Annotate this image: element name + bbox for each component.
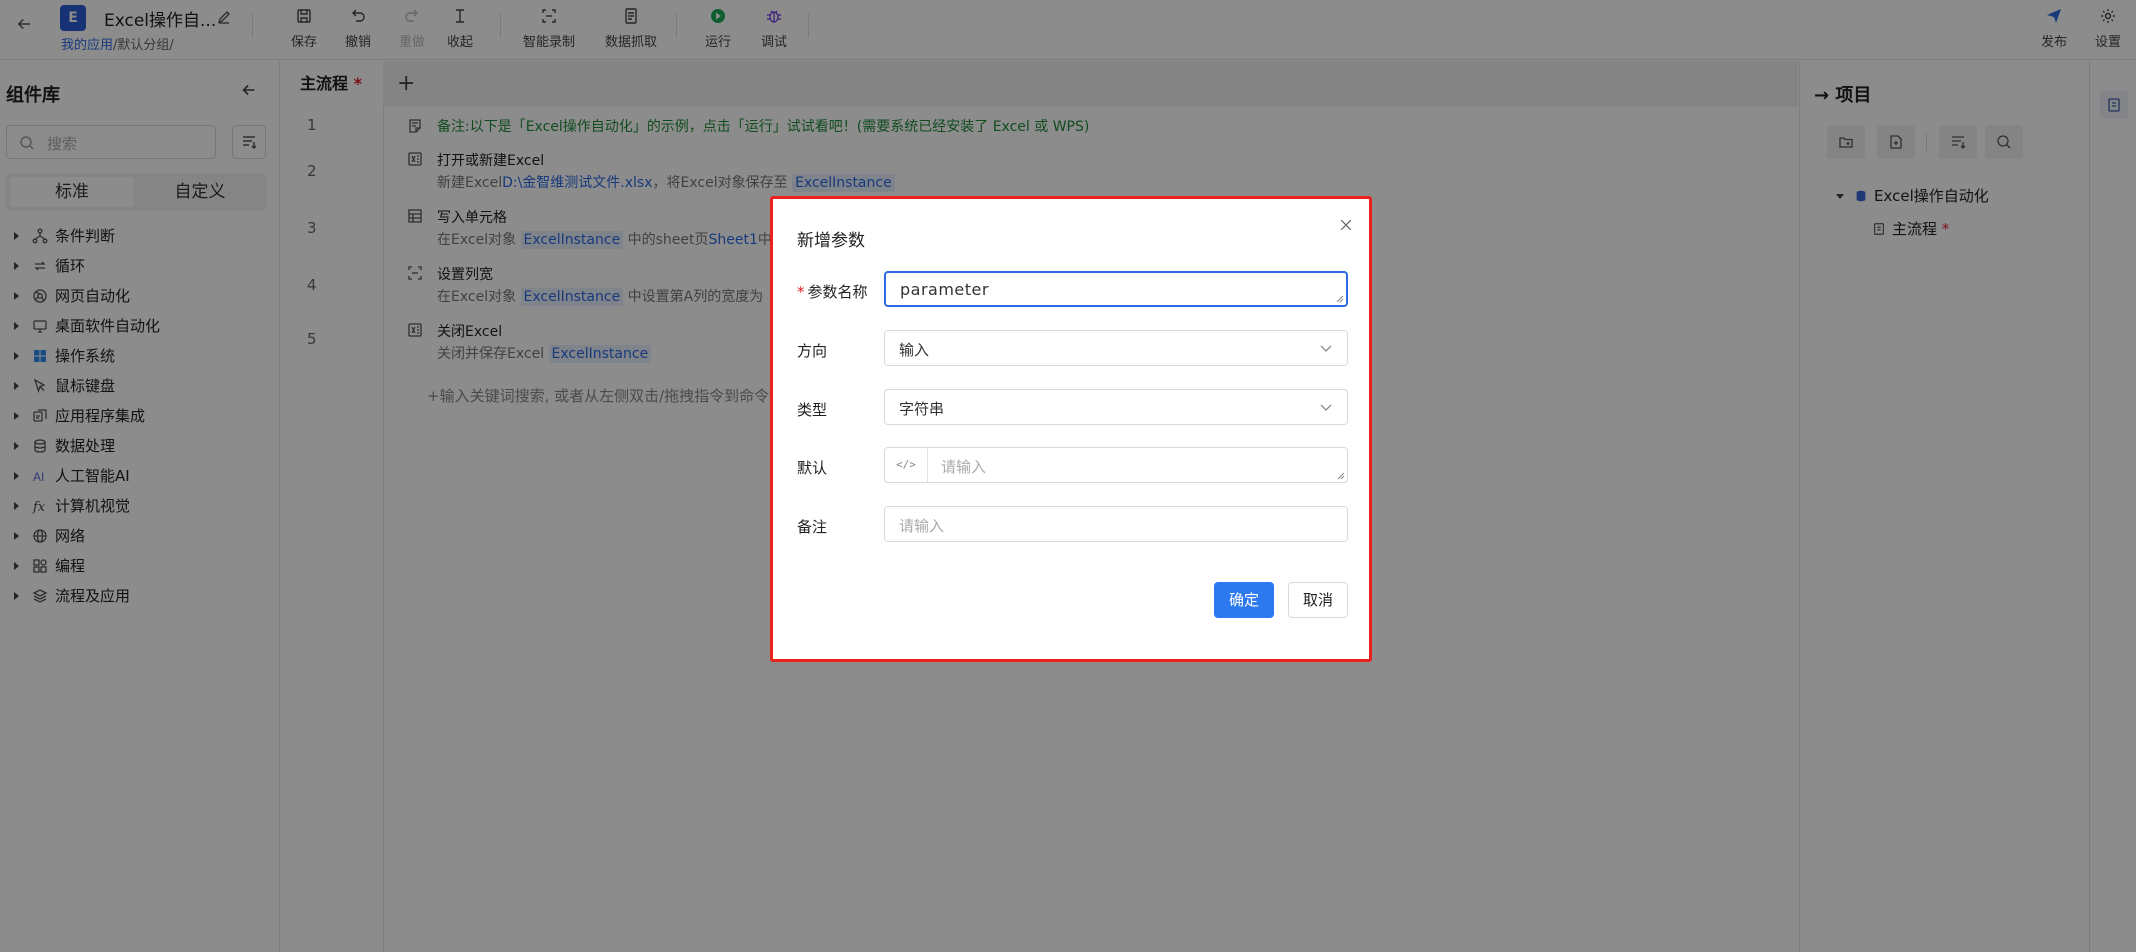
default-label: 默认 — [797, 459, 828, 477]
cancel-button[interactable]: 取消 — [1288, 582, 1348, 618]
param-name-input[interactable]: parameter — [884, 271, 1348, 307]
default-value-input[interactable]: </> 请输入 — [884, 447, 1348, 483]
remark-label: 备注 — [797, 518, 828, 536]
chevron-down-icon — [1320, 404, 1332, 411]
direction-label: 方向 — [797, 342, 828, 360]
code-icon[interactable]: </> — [885, 448, 928, 482]
type-select[interactable]: 字符串 — [884, 389, 1348, 425]
add-parameter-dialog: 新增参数 * 参数名称 parameter 方向 输入 类型 字符串 默认 </>… — [770, 196, 1372, 662]
resize-handle-icon[interactable] — [1336, 295, 1344, 303]
chevron-down-icon — [1320, 345, 1332, 352]
confirm-button[interactable]: 确定 — [1214, 582, 1274, 618]
close-icon[interactable] — [1338, 217, 1358, 237]
remark-input[interactable]: 请输入 — [884, 506, 1348, 542]
resize-handle-icon[interactable] — [1337, 472, 1345, 480]
dialog-title: 新增参数 — [797, 231, 865, 251]
type-label: 类型 — [797, 401, 828, 419]
direction-select[interactable]: 输入 — [884, 330, 1348, 366]
param-name-label: * 参数名称 — [797, 283, 868, 301]
